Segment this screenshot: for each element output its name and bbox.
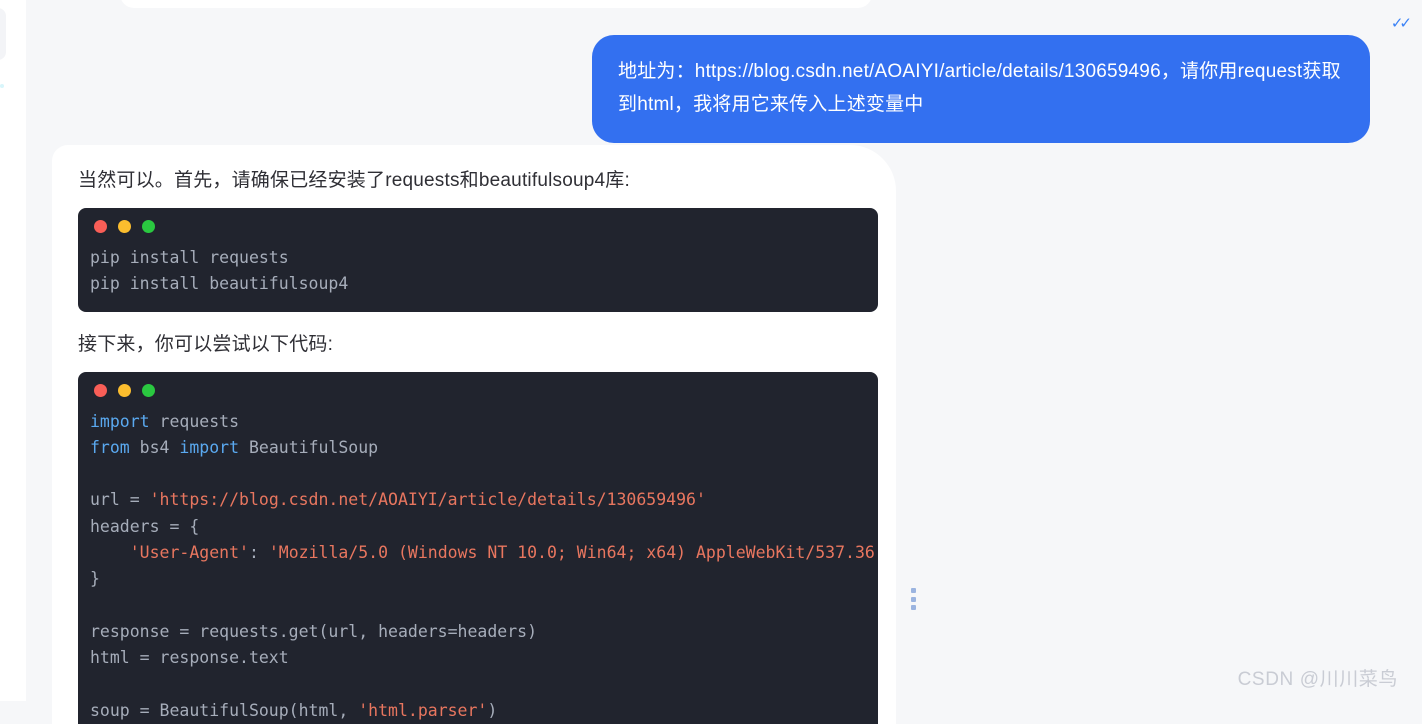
code-line: import requests [90, 409, 878, 435]
minimize-dot-icon [118, 220, 131, 233]
code-token: import [90, 411, 150, 431]
code-token: 'html.parser' [358, 700, 488, 720]
code-window-controls [78, 372, 878, 403]
code-line: headers = { [90, 514, 878, 540]
grip-dot [910, 588, 916, 593]
left-rail-status-dot [0, 84, 4, 88]
close-dot-icon [94, 220, 107, 233]
left-rail-background [0, 0, 26, 701]
code-block-python[interactable]: import requests from bs4 import Beautiful… [78, 371, 878, 724]
code-content-shell: pip install requests pip install beautifu… [78, 239, 878, 312]
code-token: } [90, 569, 100, 589]
code-token: bs4 [129, 437, 180, 457]
code-line: 'User-Agent': 'Mozilla/5.0 (Windows NT 1… [90, 540, 878, 566]
code-token: requests [149, 411, 240, 431]
assistant-paragraph-1: 当然可以。首先，请确保已经安装了requests和beautifulsoup4库… [78, 170, 630, 191]
code-token: response = requests.get(url, headers=hea… [90, 621, 538, 641]
assistant-message-bubble[interactable]: 当然可以。首先，请确保已经安装了requests和beautifulsoup4库… [52, 145, 896, 724]
conversation-pane: ✓✓ 地址为：https://blog.csdn.net/AOAIYI/arti… [26, 0, 1422, 724]
close-dot-icon [94, 383, 107, 397]
code-token: import [179, 437, 240, 457]
code-token: : [248, 543, 269, 563]
code-token: from [90, 437, 130, 457]
minimize-dot-icon [118, 383, 131, 397]
double-check-icon: ✓✓ [1390, 15, 1412, 32]
code-line: from bs4 import BeautifulSoup [90, 435, 878, 461]
vertical-dots-grip-icon[interactable] [910, 588, 916, 610]
code-line: pip install requests [90, 248, 289, 267]
code-token: ) [487, 700, 498, 720]
code-line: url = 'https://blog.csdn.net/AOAIYI/arti… [90, 487, 878, 513]
code-line: pip install beautifulsoup4 [90, 274, 349, 294]
code-line: } [90, 566, 878, 592]
code-token: url = [90, 490, 150, 510]
code-token: 'User-Agent' [129, 543, 249, 563]
watermark-label: CSDN @川川菜鸟 [1237, 669, 1398, 690]
code-line: response = requests.get(url, headers=hea… [90, 619, 878, 645]
code-token: 'Mozilla/5.0 (Windows NT 10.0; Win64; x6… [268, 543, 875, 563]
user-message-bubble[interactable]: 地址为：https://blog.csdn.net/AOAIYI/article… [592, 35, 1370, 143]
maximize-dot-icon [142, 383, 155, 397]
left-rail-card-fragment [0, 8, 6, 60]
assistant-paragraph-2: 接下来，你可以尝试以下代码: [78, 333, 334, 355]
code-token: soup = BeautifulSoup(html, [90, 700, 359, 720]
code-line: soup = BeautifulSoup(html, 'html.parser'… [90, 698, 878, 724]
code-window-controls [78, 208, 878, 239]
code-block-shell[interactable]: pip install requests pip install beautifu… [78, 208, 878, 312]
code-token: BeautifulSoup [239, 437, 379, 457]
previous-message-bubble-partial [120, 0, 872, 8]
code-token: html = response.text [90, 648, 289, 668]
maximize-dot-icon [142, 220, 155, 233]
grip-dot [910, 605, 916, 610]
code-line: html = response.text [90, 645, 878, 671]
code-token: 'https://blog.csdn.net/AOAIYI/article/de… [149, 490, 706, 510]
grip-dot [910, 596, 916, 602]
code-content-python: import requests from bs4 import Beautiful… [78, 403, 878, 724]
code-token: headers = { [90, 516, 200, 536]
